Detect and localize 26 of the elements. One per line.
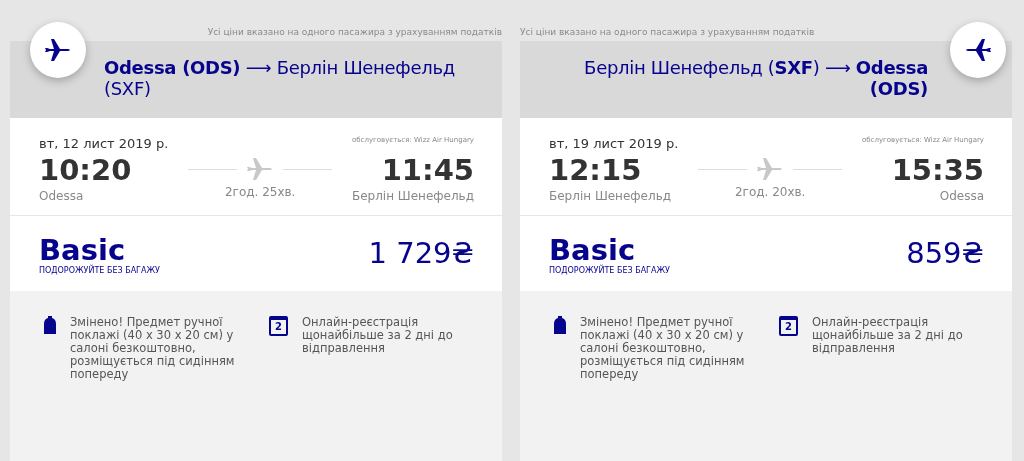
departure-city: Берлін Шенефельд xyxy=(549,189,673,203)
flight-date: вт, 19 лист 2019 р. xyxy=(549,136,679,151)
arrival-time: 15:35 xyxy=(890,153,984,187)
feature-text: Онлайн-реєстрація щонайбільше за 2 дні до відправлення xyxy=(302,316,454,355)
route-title: Odessa (ODS) ⟶ Берлін Шенефельд (SXF) xyxy=(104,57,456,99)
feature-text: Змінено! Предмет ручної поклажі (40 x 30 x 20 см) у салоні безкоштовно, розміщується під сидінням попереду xyxy=(70,316,236,381)
flight-duration: 2год. 20хв. xyxy=(734,185,806,199)
arrival-city: Берлін Шенефельд xyxy=(351,189,474,203)
calendar-icon: 2 xyxy=(269,316,288,336)
departure-time: 12:15 xyxy=(549,153,643,187)
departure-city: Odessa xyxy=(39,189,85,203)
arrival-time: 11:45 xyxy=(380,153,474,187)
fare-description: ПОДОРОЖУЙТЕ БЕЗ БАГАЖУ xyxy=(549,266,670,275)
price-note: Усі ціни вказано на одного пасажира з урахуванням податків xyxy=(206,26,502,39)
fare-description: ПОДОРОЖУЙТЕ БЕЗ БАГАЖУ xyxy=(39,266,160,275)
fare-price: 859₴ xyxy=(906,236,984,270)
feature-text: Змінено! Предмет ручної поклажі (40 x 30 x 20 см) у салоні безкоштовно, розміщується під сидінням попереду xyxy=(580,316,746,381)
departure-time: 10:20 xyxy=(39,153,133,187)
flight-duration: 2год. 25хв. xyxy=(224,185,296,199)
fare-price: 1 729₴ xyxy=(368,236,474,270)
price-note: Усі ціни вказано на одного пасажира з урахуванням податків xyxy=(520,26,816,39)
arrival-city: Odessa xyxy=(938,189,984,203)
calendar-icon: 2 xyxy=(779,316,798,336)
feature-text: Онлайн-реєстрація щонайбільше за 2 дні до відправлення xyxy=(812,316,964,355)
route-title: Берлін Шенефельд (SXF) ⟶ Odessa (ODS) xyxy=(583,57,928,99)
flight-date: вт, 12 лист 2019 р. xyxy=(39,136,169,151)
